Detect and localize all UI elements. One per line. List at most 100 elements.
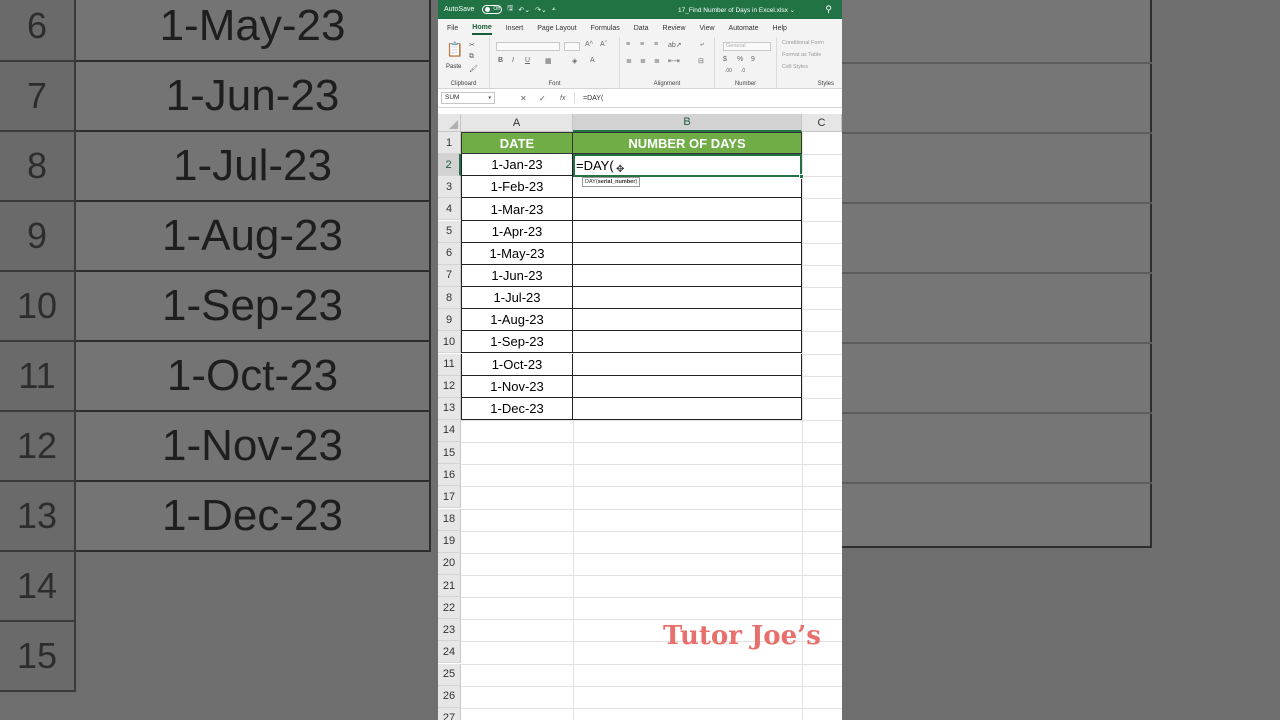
copy-icon[interactable]: ⧉ [469,53,474,61]
decrease-font-icon[interactable]: Aˇ [600,41,607,48]
align-left-icon[interactable]: ≣ [626,57,632,65]
tab-data[interactable]: Data [634,23,649,34]
row-header[interactable]: 10 [438,331,461,354]
row-header[interactable]: 11 [438,353,461,376]
name-box[interactable]: SUM ▾ [441,92,495,104]
formula-input[interactable]: =DAY( [583,95,603,102]
days-cell[interactable] [573,287,802,310]
date-cell[interactable]: 1-Aug-23 [461,309,573,332]
days-cell[interactable] [573,397,802,420]
days-cell[interactable] [573,353,802,376]
number-format-box[interactable]: General [723,42,771,51]
worksheet-grid[interactable]: Tutor Joe’s A B C 1 2 3 4 5 6 7 8 9 10 11 12 13 14 15 16 17… [438,114,842,720]
align-middle-icon[interactable]: ≡ [640,41,644,48]
row-header[interactable]: 17 [438,486,461,509]
tab-page-layout[interactable]: Page Layout [537,23,576,34]
row-header[interactable]: 1 [438,132,461,154]
column-header-a[interactable]: A [461,114,573,132]
align-center-icon[interactable]: ≣ [640,57,646,65]
increase-decimal-icon[interactable]: .00 [725,68,732,74]
row-header[interactable]: 22 [438,597,461,620]
row-header[interactable]: 5 [438,220,461,243]
tooltip-function-name[interactable]: DAY( [585,179,598,185]
row-header[interactable]: 6 [438,242,461,265]
align-right-icon[interactable]: ≣ [654,57,660,65]
date-cell[interactable]: 1-Sep-23 [461,331,573,354]
select-all-button[interactable] [438,114,461,132]
tab-formulas[interactable]: Formulas [591,23,620,34]
italic-icon[interactable]: I [512,57,514,64]
days-cell[interactable] [573,331,802,354]
days-cell[interactable] [573,309,802,332]
days-cell[interactable] [573,264,802,288]
bold-icon[interactable]: B [498,57,503,64]
indent-icon[interactable]: ⇤⇥ [668,57,680,65]
cell-styles-button[interactable]: Cell Styles [782,64,808,70]
date-cell[interactable]: 1-Jun-23 [461,264,573,288]
tab-insert[interactable]: Insert [506,23,524,34]
active-cell-b2[interactable]: =DAY( [573,154,802,177]
row-header[interactable]: 25 [438,663,461,686]
conditional-formatting-button[interactable]: Conditional Form [782,40,824,46]
currency-icon[interactable]: $ [723,56,727,63]
row-header[interactable]: 20 [438,552,461,575]
cut-icon[interactable]: ✂ [469,41,475,49]
decrease-decimal-icon[interactable]: .0 [741,68,745,74]
row-header[interactable]: 15 [438,442,461,465]
row-header[interactable]: 18 [438,508,461,531]
percent-icon[interactable]: % [737,56,743,63]
header-cell-date[interactable]: DATE [461,132,573,154]
days-cell[interactable] [573,198,802,221]
header-cell-number-of-days[interactable]: NUMBER OF DAYS [572,132,802,154]
row-header[interactable]: 23 [438,619,461,642]
fill-handle[interactable] [799,174,804,179]
days-cell[interactable] [573,220,802,243]
wrap-text-icon[interactable]: ⤶ [700,41,704,49]
cancel-icon[interactable]: ✕ [520,94,527,103]
borders-icon[interactable]: ▦ [545,57,552,65]
row-header[interactable]: 27 [438,707,461,720]
row-header[interactable]: 14 [438,419,461,442]
customize-qat-icon[interactable]: ⩡ [552,6,556,14]
column-header-b[interactable]: B [573,114,802,132]
date-cell[interactable]: 1-Jan-23 [461,154,573,177]
column-header-c[interactable]: C [802,114,842,132]
font-name-box[interactable] [496,42,560,51]
row-header[interactable]: 21 [438,575,461,597]
insert-function-icon[interactable]: fx [560,95,565,102]
tab-view[interactable]: View [700,23,715,34]
tab-home[interactable]: Home [472,22,492,35]
row-header[interactable]: 26 [438,685,461,708]
fill-color-icon[interactable]: ◈ [572,57,577,65]
align-top-icon[interactable]: ≡ [626,41,630,48]
merge-center-icon[interactable]: ⊟ [698,57,704,65]
format-painter-icon[interactable]: 🖌 [469,65,478,73]
days-cell[interactable] [573,242,802,265]
row-header[interactable]: 3 [438,176,461,199]
row-header[interactable]: 7 [438,264,461,287]
days-cell[interactable] [573,375,802,398]
save-icon[interactable]: 🖫 [507,4,513,15]
row-header[interactable]: 13 [438,397,461,420]
date-cell[interactable]: 1-Mar-23 [461,198,573,221]
row-header[interactable]: 19 [438,530,461,553]
row-header[interactable]: 9 [438,309,461,332]
paste-button[interactable]: Paste [446,64,461,70]
date-cell[interactable]: 1-Oct-23 [461,353,573,376]
enter-icon[interactable]: ✓ [539,94,546,103]
date-cell[interactable]: 1-Nov-23 [461,375,573,398]
comma-icon[interactable]: 9 [751,56,755,63]
date-cell[interactable]: 1-Feb-23 [461,176,573,199]
tab-automate[interactable]: Automate [729,23,759,34]
redo-icon[interactable]: ↷⌄ [535,6,547,14]
tab-file[interactable]: File [447,23,458,34]
font-color-icon[interactable]: A [590,57,595,64]
tab-help[interactable]: Help [773,23,787,34]
font-size-box[interactable] [564,42,580,51]
paste-icon[interactable]: 📋 [446,41,463,58]
date-cell[interactable]: 1-Jul-23 [461,287,573,310]
format-as-table-button[interactable]: Format as Table [782,52,821,58]
row-header[interactable]: 8 [438,287,461,310]
row-header[interactable]: 16 [438,464,461,487]
row-header[interactable]: 24 [438,641,461,664]
